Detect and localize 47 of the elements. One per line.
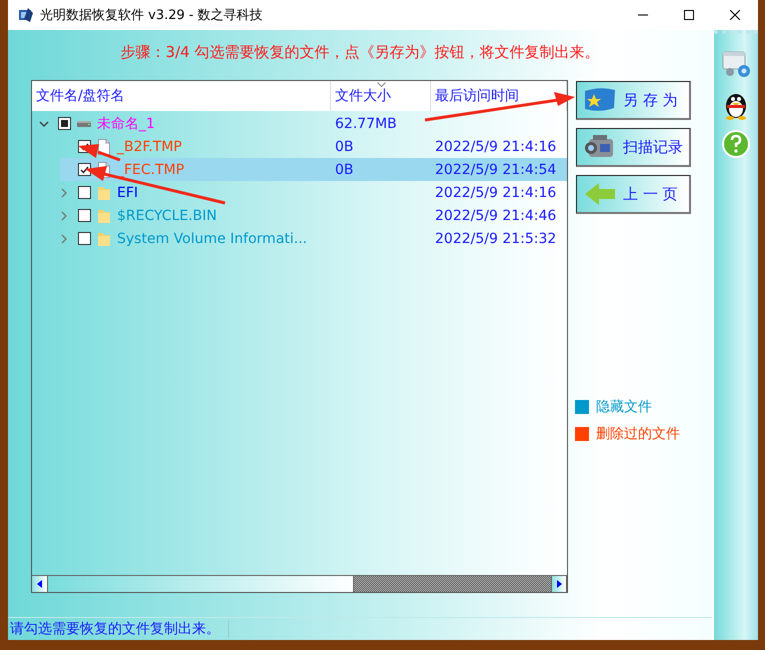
scroll-right-button[interactable]: [551, 576, 567, 592]
file-name: EFI: [117, 184, 138, 200]
folder-icon: [97, 230, 111, 246]
sort-caret-icon: [377, 82, 386, 87]
file-size: 62.77MB: [335, 116, 397, 132]
access-time: 2022/5/9 21:5:32: [435, 230, 556, 246]
column-header[interactable]: 文件大小: [331, 81, 431, 111]
checkbox[interactable]: [58, 117, 71, 130]
file-name: _FEC.TMP: [117, 162, 184, 178]
maximize-icon[interactable]: [684, 10, 694, 20]
legend-label: 隐藏文件: [596, 398, 652, 416]
access-time: 2022/5/9 21:4:16: [435, 184, 556, 200]
action-button[interactable]: 上 一 页: [576, 175, 691, 214]
checkmark-icon: [80, 142, 89, 150]
left-arrow-icon: [583, 180, 617, 208]
step-instruction: 步骤：3/4 勾选需要恢复的文件，点《另存为》按钮，将文件复制出来。: [120, 42, 600, 63]
file-name: $RECYCLE.BIN: [117, 208, 217, 224]
column-header[interactable]: 文件名/盘符名: [32, 81, 331, 111]
star-folder-icon: [583, 86, 617, 114]
file-size: 0B: [335, 162, 354, 178]
action-button[interactable]: 扫描记录: [576, 128, 691, 167]
file-size: 0B: [335, 138, 354, 154]
file-name: System Volume Informati...: [117, 230, 308, 246]
left-triangle-icon[interactable]: [37, 580, 42, 588]
file-icon: [97, 138, 111, 154]
checkbox[interactable]: [78, 163, 91, 176]
checkbox[interactable]: [78, 232, 91, 245]
folder-icon: [97, 208, 111, 224]
scroll-left-button[interactable]: [32, 576, 48, 592]
right-triangle-icon[interactable]: [556, 580, 562, 588]
folder-icon: [97, 184, 111, 200]
legend-label: 删除过的文件: [596, 424, 680, 442]
close-icon[interactable]: [730, 10, 740, 20]
window-title: 光明数据恢复软件 v3.29 - 数之寻科技: [40, 7, 264, 24]
file-name: _B2F.TMP: [117, 138, 182, 154]
checkbox[interactable]: [78, 209, 91, 222]
checkmark-icon: [80, 166, 89, 174]
access-time: 2022/5/9 21:4:16: [435, 138, 556, 154]
scrollbar-thumb[interactable]: [48, 576, 354, 592]
horizontal-scrollbar[interactable]: [32, 575, 567, 592]
access-time: 2022/5/9 21:4:54: [435, 162, 556, 178]
checkbox[interactable]: [78, 186, 91, 199]
status-message: 请勾选需要恢复的文件复制出来。: [8, 620, 229, 638]
file-name: 未命名_1: [97, 114, 155, 132]
app-icon: [18, 7, 34, 23]
access-time: 2022/5/9 21:4:46: [435, 208, 556, 224]
action-button[interactable]: 另 存 为: [576, 81, 691, 120]
